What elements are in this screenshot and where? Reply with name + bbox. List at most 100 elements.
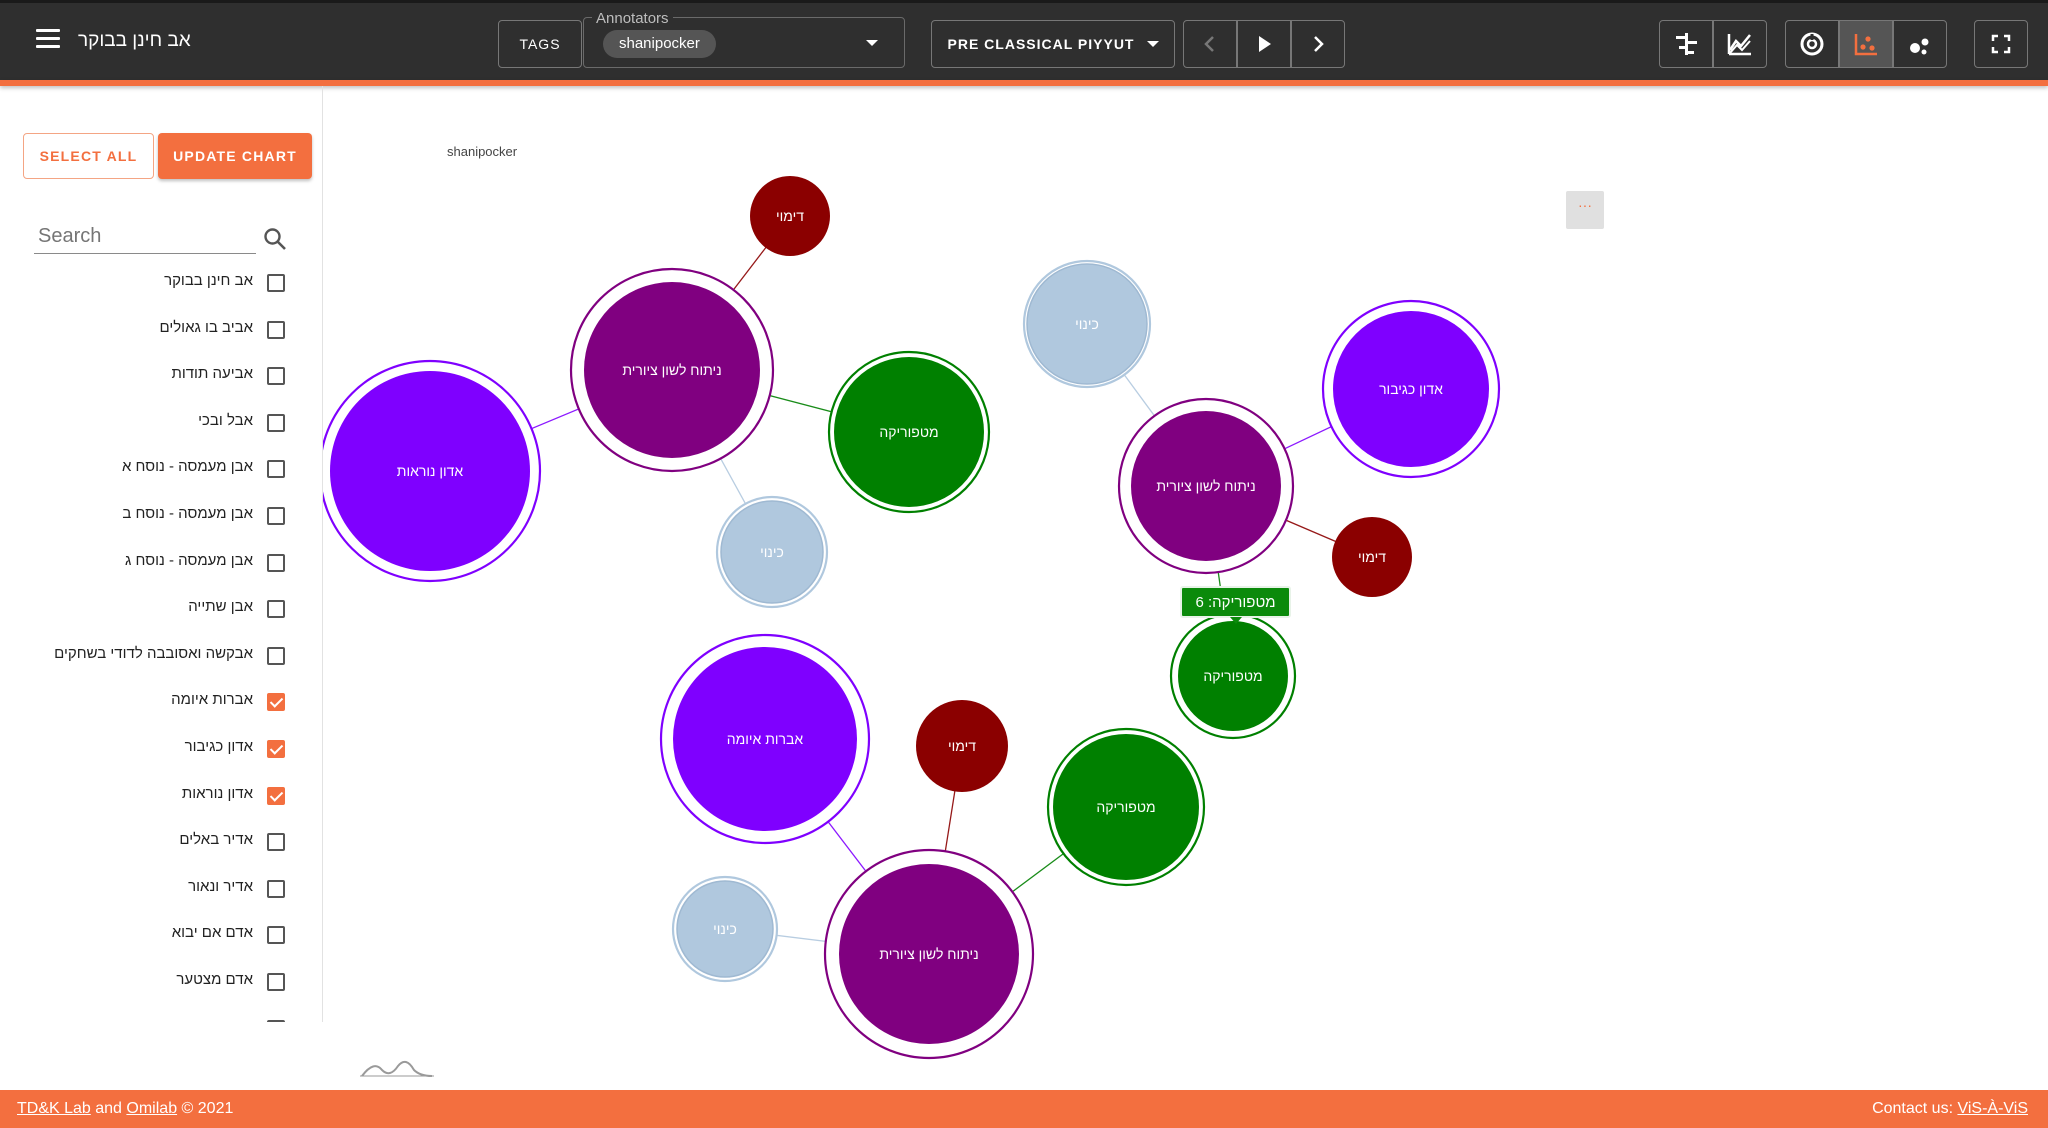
piyut-bubble[interactable]: אדון נוראות xyxy=(323,359,542,583)
list-item[interactable]: אבן מעמסה - נוסח א xyxy=(0,448,300,494)
category-bubble[interactable]: מטפוריקה xyxy=(1169,612,1297,740)
list-item-label: אדם מצטער xyxy=(176,971,253,988)
list-item-label: אבקשה ואסובבה לדודי בשחקים xyxy=(54,644,253,662)
category-bubble[interactable]: דימוי xyxy=(916,700,1008,792)
more-options-button[interactable]: ··· xyxy=(1566,191,1604,229)
contact-link[interactable]: ViS-À-ViS xyxy=(1957,1100,2028,1117)
list-item[interactable]: אב חינן בבוקר xyxy=(0,262,300,308)
list-item-label: אב חינן בבוקר xyxy=(164,272,253,289)
bubble-chart-button[interactable] xyxy=(1893,20,1947,68)
contact-label: Contact us: xyxy=(1872,1100,1958,1117)
search-input[interactable] xyxy=(34,220,256,254)
list-item-label: אדון נוראות xyxy=(181,784,253,802)
list-item-label: אדיר באלים xyxy=(179,831,253,849)
list-item-checkbox[interactable] xyxy=(267,740,285,758)
list-item-checkbox[interactable] xyxy=(267,1019,285,1022)
chevron-down-icon xyxy=(1146,41,1159,47)
footer: TD&K Lab and Omilab © 2021 Contact us: V… xyxy=(0,1090,2048,1128)
list-item[interactable]: אדמה ואוכ xyxy=(0,1008,300,1022)
list-item[interactable]: אבל ובכי xyxy=(0,402,300,448)
list-item-checkbox[interactable] xyxy=(267,600,285,619)
list-item[interactable]: אבקשה ואסובבה לדודי בשחקים xyxy=(0,635,300,681)
menu-icon[interactable] xyxy=(32,26,66,52)
list-item[interactable]: אדם מצטער xyxy=(0,961,300,1007)
play-button[interactable] xyxy=(1237,20,1291,68)
piyut-bubble[interactable]: אדון כגיבור xyxy=(1321,299,1501,479)
area-chart-icon xyxy=(1727,34,1751,56)
list-item-checkbox[interactable] xyxy=(267,367,285,386)
analysis-hub-bubble-label: ניתוח לשון ציורית xyxy=(1156,478,1255,494)
list-item[interactable]: אביב בו גאולים xyxy=(0,309,300,355)
chevron-down-icon[interactable] xyxy=(866,40,878,46)
list-item-label: אבל ובכי xyxy=(198,411,253,429)
piyut-selector-button[interactable]: PRE CLASSICAL PIYYUT xyxy=(931,20,1175,68)
category-bubble[interactable]: מטפוריקה xyxy=(827,350,991,514)
category-bubble[interactable]: כינוי xyxy=(671,875,779,983)
footer-contact: Contact us: ViS-À-ViS xyxy=(1872,1100,2028,1118)
analysis-hub-bubble[interactable]: ניתוח לשון ציורית xyxy=(823,848,1035,1060)
list-item-label: אבן שתייה xyxy=(188,598,253,616)
list-item-checkbox[interactable] xyxy=(267,553,285,572)
next-button[interactable] xyxy=(1291,20,1345,68)
list-item[interactable]: אביעה תודות xyxy=(0,355,300,401)
scatter-plot-icon xyxy=(1854,34,1877,56)
list-item-checkbox[interactable] xyxy=(267,274,285,292)
piyut-bubble-label: אדון כגיבור xyxy=(1379,381,1443,397)
category-bubble[interactable]: כינוי xyxy=(1022,259,1152,389)
tags-button[interactable]: TAGS xyxy=(498,20,582,68)
list-item[interactable]: אדם אם יבוא xyxy=(0,914,300,960)
category-bubble-label: כינוי xyxy=(713,921,737,937)
list-item[interactable]: אדיר ונאור xyxy=(0,868,300,914)
analysis-hub-bubble-label: ניתוח לשון ציורית xyxy=(622,362,721,378)
tdk-lab-link[interactable]: TD&K Lab xyxy=(17,1100,91,1117)
category-bubble[interactable]: דימוי xyxy=(750,176,830,256)
list-item[interactable]: אבן מעמסה - נוסח ג xyxy=(0,542,300,588)
category-bubble-label: כינוי xyxy=(1075,316,1099,332)
previous-button[interactable] xyxy=(1183,20,1237,68)
list-item-checkbox[interactable] xyxy=(267,693,285,712)
list-item-checkbox[interactable] xyxy=(267,507,285,525)
list-item[interactable]: אבן שתייה xyxy=(0,588,300,634)
list-item-label: אדון כגיבור xyxy=(184,738,253,755)
annotator-chip[interactable]: shanipocker xyxy=(603,30,716,58)
category-bubble[interactable]: כינוי xyxy=(715,495,829,609)
sort-bars-icon xyxy=(1676,33,1697,55)
donut-chart-icon xyxy=(1800,32,1824,56)
radial-chart-button[interactable] xyxy=(1785,20,1839,68)
bubble-chart: אדון נוראות ניתוח לשון ציורית דימוי מטפוריק… xyxy=(323,86,2048,1082)
piyut-bubble[interactable]: אברות איומה xyxy=(659,633,871,845)
list-item[interactable]: אדיר באלים xyxy=(0,821,300,867)
list-item-checkbox[interactable] xyxy=(267,879,285,898)
list-item-checkbox[interactable] xyxy=(267,833,285,852)
update-chart-button[interactable]: UPDATE CHART xyxy=(158,133,312,179)
list-item-checkbox[interactable] xyxy=(267,320,285,339)
list-item[interactable]: אבן מעמסה - נוסח ב xyxy=(0,495,300,541)
list-item[interactable]: אברות איומה xyxy=(0,681,300,727)
category-bubble[interactable]: דימוי xyxy=(1332,517,1412,597)
fullscreen-button[interactable] xyxy=(1974,20,2028,68)
list-item-checkbox[interactable] xyxy=(267,460,285,479)
category-bubble[interactable]: מטפוריקה xyxy=(1046,727,1206,887)
list-item-label: אדמה ואוכ xyxy=(187,1018,253,1022)
tree-chart-button[interactable] xyxy=(1659,20,1713,68)
list-item-checkbox[interactable] xyxy=(267,646,285,665)
analysis-hub-bubble[interactable]: ניתוח לשון ציורית xyxy=(569,267,775,473)
category-bubble-label: מטפוריקה xyxy=(1203,668,1262,684)
list-item-label: אדיר ונאור xyxy=(188,877,253,895)
omilab-link[interactable]: Omilab xyxy=(126,1100,177,1117)
list-item-checkbox[interactable] xyxy=(267,413,285,432)
list-item[interactable]: אדון כגיבור xyxy=(0,728,300,774)
select-all-button[interactable]: SELECT ALL xyxy=(23,133,154,179)
line-chart-button[interactable] xyxy=(1713,20,1767,68)
annotators-label: Annotators xyxy=(592,10,673,27)
category-bubble-label: דימוי xyxy=(1358,549,1386,565)
chart-canvas: אדון נוראות ניתוח לשון ציורית דימוי מטפוריק… xyxy=(323,176,1501,1060)
list-item-checkbox[interactable] xyxy=(267,786,285,805)
scatter-chart-button[interactable] xyxy=(1839,20,1893,68)
list-item-checkbox[interactable] xyxy=(267,973,285,991)
search-icon[interactable] xyxy=(262,226,288,252)
category-bubble-label: דימוי xyxy=(948,738,976,754)
analysis-hub-bubble[interactable]: ניתוח לשון ציורית xyxy=(1117,397,1295,575)
list-item[interactable]: אדון נוראות xyxy=(0,775,300,821)
list-item-checkbox[interactable] xyxy=(267,926,285,945)
